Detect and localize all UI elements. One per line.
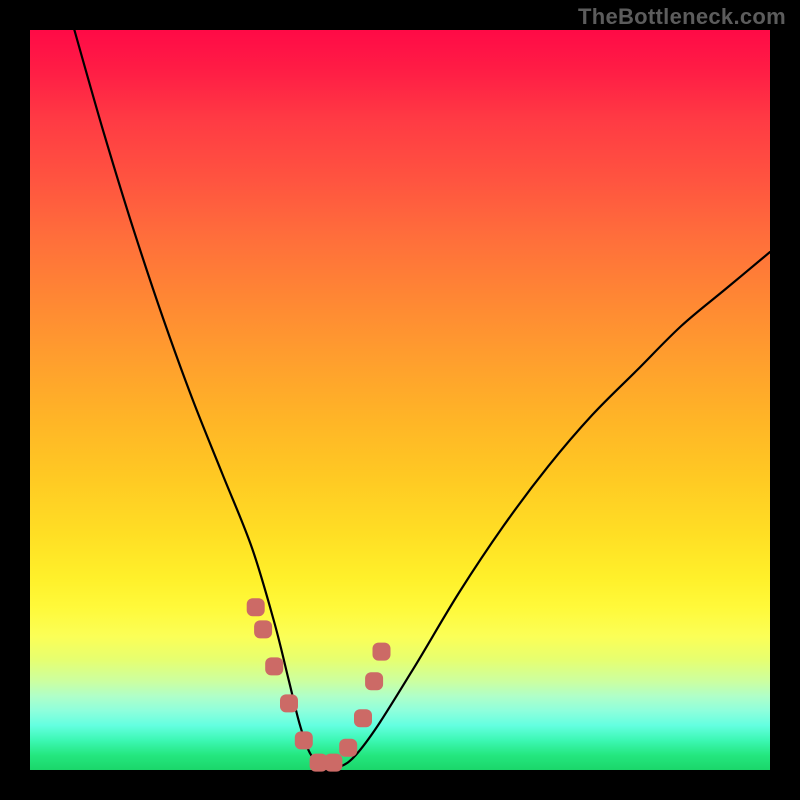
- marker-point: [339, 739, 357, 757]
- plot-area: [30, 30, 770, 770]
- watermark-label: TheBottleneck.com: [578, 4, 786, 30]
- marker-point: [365, 672, 383, 690]
- marker-point: [324, 754, 342, 772]
- marker-point: [295, 731, 313, 749]
- marker-point: [254, 620, 272, 638]
- chart-frame: TheBottleneck.com: [0, 0, 800, 800]
- marker-point: [247, 598, 265, 616]
- marker-point: [280, 694, 298, 712]
- marker-point: [354, 709, 372, 727]
- bottleneck-curve: [74, 30, 770, 768]
- chart-svg: [30, 30, 770, 770]
- marker-group: [247, 598, 391, 771]
- marker-point: [265, 657, 283, 675]
- marker-point: [373, 643, 391, 661]
